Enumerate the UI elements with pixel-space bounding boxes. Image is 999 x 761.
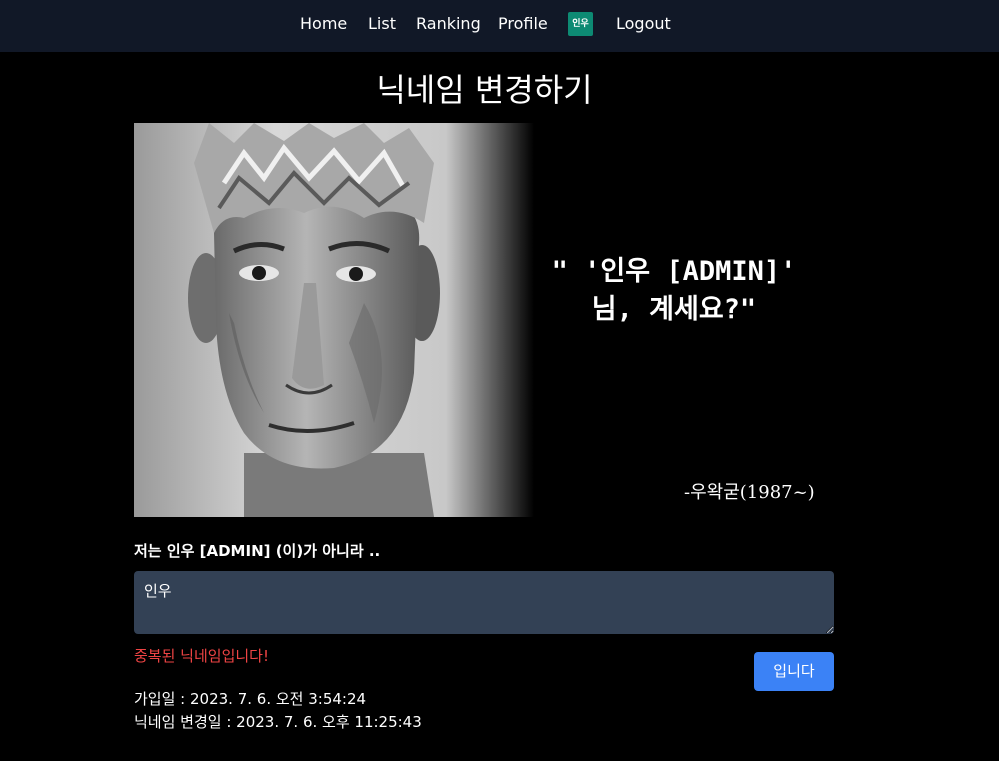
- nickname-input[interactable]: 인우: [134, 571, 834, 634]
- nav-ranking-link[interactable]: Ranking: [416, 13, 481, 35]
- banner-quote-line1: " '인우 [ADMIN]': [551, 256, 797, 287]
- nav-logout-link[interactable]: Logout: [616, 13, 671, 35]
- error-message: 중복된 닉네임입니다!: [134, 647, 269, 665]
- nav-profile-link[interactable]: Profile: [498, 13, 548, 35]
- user-avatar-badge[interactable]: 인우: [568, 12, 593, 36]
- nav-home-link[interactable]: Home: [300, 13, 347, 35]
- banner-quote: " '인우 [ADMIN]' 님, 계세요?": [534, 253, 814, 329]
- banner-signature: -우왁굳(1987~): [684, 482, 815, 503]
- submit-button[interactable]: 입니다: [754, 652, 834, 691]
- top-navbar: Home List Ranking Profile 인우 Logout: [0, 0, 999, 52]
- banner-quote-line2: 님, 계세요?": [591, 294, 757, 325]
- nav-list-link[interactable]: List: [368, 13, 396, 35]
- page-title: 닉네임 변경하기: [376, 71, 593, 109]
- nickname-label: 저는 인우 [ADMIN] (이)가 아니라 ..: [134, 542, 381, 560]
- joined-date: 가입일 : 2023. 7. 6. 오전 3:54:24: [134, 690, 367, 708]
- nav-links: Home List Ranking Profile 인우 Logout: [0, 0, 999, 52]
- profile-banner-image: " '인우 [ADMIN]' 님, 계세요?" -우왁굳(1987~): [134, 123, 834, 517]
- nickname-changed-date: 닉네임 변경일 : 2023. 7. 6. 오후 11:25:43: [134, 713, 422, 731]
